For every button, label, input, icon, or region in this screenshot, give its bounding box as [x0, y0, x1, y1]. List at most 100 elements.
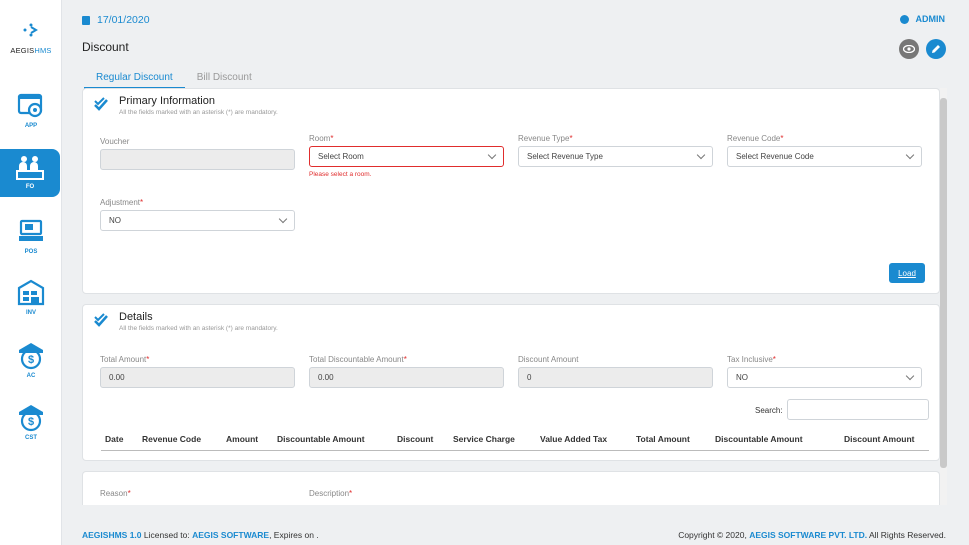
section-title: Primary Information — [119, 95, 215, 107]
footer-copyright: Copyright © 2020, AEGIS SOFTWARE PVT. LT… — [678, 530, 946, 540]
field-label: Room* — [309, 134, 334, 143]
room-error-message: Please select a room. — [309, 171, 372, 178]
svg-text:$: $ — [28, 416, 34, 428]
sidebar-item-pos[interactable]: POS — [0, 214, 62, 268]
search-label: Search: — [755, 406, 783, 415]
sidebar-item-app[interactable]: APP — [0, 88, 62, 142]
field-label: Description* — [309, 489, 353, 498]
column-header[interactable]: Discountable Amount — [277, 434, 365, 444]
room-select[interactable]: Select Room — [309, 146, 504, 167]
chevron-down-icon — [278, 214, 288, 224]
scrollbar[interactable] — [940, 88, 947, 505]
revenue-code-select[interactable]: Select Revenue Code — [727, 146, 922, 167]
view-button[interactable] — [899, 39, 919, 59]
eye-icon — [903, 45, 915, 53]
tab-bar: Regular Discount Bill Discount — [84, 70, 264, 89]
total-discountable-amount-field: Total Discountable Amount* 0.00 — [309, 355, 504, 388]
tab-regular-discount[interactable]: Regular Discount — [84, 70, 185, 89]
column-header[interactable]: Total Amount — [636, 434, 690, 444]
field-label: Reason* — [100, 489, 131, 498]
accounts-dollar-icon: $ — [17, 342, 45, 370]
column-header[interactable]: Date — [105, 434, 123, 444]
chevron-down-icon — [905, 371, 915, 381]
logo-text: AEGISHMS — [10, 46, 52, 55]
logo-mark-icon — [0, 22, 62, 42]
column-header[interactable]: Discountable Amount — [715, 434, 803, 444]
chevron-down-icon — [905, 150, 915, 160]
footer-license: AEGISHMS 1.0 Licensed to: AEGIS SOFTWARE… — [82, 530, 319, 540]
search-input[interactable] — [787, 399, 929, 420]
sidebar-item-label: POS — [24, 249, 38, 255]
column-header[interactable]: Revenue Code — [142, 434, 201, 444]
primary-information-card: Primary Information All the fields marke… — [82, 88, 940, 294]
adjustment-field: Adjustment* NO — [100, 198, 295, 231]
field-label: Tax Inclusive* — [727, 355, 776, 364]
column-header[interactable]: Discount — [397, 434, 433, 444]
pencil-icon — [932, 45, 940, 53]
sidebar-item-label: CST — [25, 435, 37, 441]
tax-inclusive-field: Tax Inclusive* NO — [727, 355, 922, 388]
field-label: Revenue Code* — [727, 134, 784, 143]
column-header[interactable]: Discount Amount — [844, 434, 915, 444]
section-header: Primary Information All the fields marke… — [93, 95, 278, 116]
current-date: 17/01/2020 — [97, 14, 150, 26]
section-subtitle: All the fields marked with an asterisk (… — [119, 325, 278, 332]
footer-copyright-company-link[interactable]: AEGIS SOFTWARE PVT. LTD. — [749, 530, 867, 540]
column-header[interactable]: Service Charge — [453, 434, 515, 444]
chevron-down-icon — [696, 150, 706, 160]
revenue-code-field: Revenue Code* Select Revenue Code — [727, 134, 922, 167]
sidebar-item-fo[interactable]: FO — [0, 149, 60, 197]
revenue-type-select[interactable]: Select Revenue Type — [518, 146, 713, 167]
total-amount-field: Total Amount* 0.00 — [100, 355, 295, 388]
table-header: Date Revenue Code Amount Discountable Am… — [101, 429, 929, 451]
field-label: Discount Amount — [518, 355, 579, 364]
field-label: Adjustment* — [100, 198, 144, 207]
scrollbar-thumb[interactable] — [940, 98, 947, 468]
front-office-icon — [16, 153, 44, 181]
double-check-icon — [94, 313, 108, 327]
sidebar: AEGISHMS APP FO POS INV $ AC $ CST — [0, 0, 62, 545]
sidebar-item-label: APP — [24, 123, 38, 129]
double-check-icon — [94, 97, 108, 111]
reason-field: Reason* — [100, 489, 295, 501]
tab-bill-discount[interactable]: Bill Discount — [185, 70, 264, 89]
description-field: Description* — [309, 489, 504, 501]
tax-inclusive-select[interactable]: NO — [727, 367, 922, 388]
user-name: ADMIN — [915, 14, 946, 24]
details-card: Details All the fields marked with an as… — [82, 304, 940, 461]
cost-dollar-icon: $ — [17, 404, 45, 432]
load-button[interactable]: Load — [889, 263, 925, 283]
room-field: Room* Select Room Please select a room. — [309, 134, 504, 178]
field-label: Total Discountable Amount* — [309, 355, 407, 364]
field-label: Total Amount* — [100, 355, 150, 364]
section-subtitle: All the fields marked with an asterisk (… — [119, 109, 278, 116]
calendar-icon — [82, 15, 90, 25]
sidebar-item-label: INV — [25, 310, 36, 316]
sidebar-item-inv[interactable]: INV — [0, 275, 62, 329]
edit-button[interactable] — [926, 39, 946, 59]
revenue-type-field: Revenue Type* Select Revenue Type — [518, 134, 713, 167]
field-label: Revenue Type* — [518, 134, 573, 143]
user-menu[interactable]: ADMIN — [899, 14, 946, 24]
sidebar-item-cst[interactable]: $ CST — [0, 400, 62, 454]
section-title: Details — [119, 311, 153, 323]
column-header[interactable]: Amount — [226, 434, 258, 444]
sidebar-item-label: FO — [25, 184, 35, 190]
app-settings-icon — [17, 92, 45, 120]
field-label: Voucher — [100, 137, 130, 146]
page-title: Discount — [82, 40, 129, 54]
date-display: 17/01/2020 — [82, 14, 150, 26]
footer-company-link[interactable]: AEGIS SOFTWARE — [192, 530, 269, 540]
user-icon — [899, 14, 909, 24]
column-header[interactable]: Value Added Tax — [540, 434, 607, 444]
voucher-input — [100, 149, 295, 170]
sidebar-item-ac[interactable]: $ AC — [0, 338, 62, 392]
discount-amount-input: 0 — [518, 367, 713, 388]
section-header: Details All the fields marked with an as… — [93, 311, 278, 332]
discount-amount-field: Discount Amount 0 — [518, 355, 713, 388]
adjustment-select[interactable]: NO — [100, 210, 295, 231]
total-discountable-amount-input: 0.00 — [309, 367, 504, 388]
total-amount-input: 0.00 — [100, 367, 295, 388]
svg-text:$: $ — [28, 354, 34, 366]
voucher-field: Voucher — [100, 137, 295, 170]
